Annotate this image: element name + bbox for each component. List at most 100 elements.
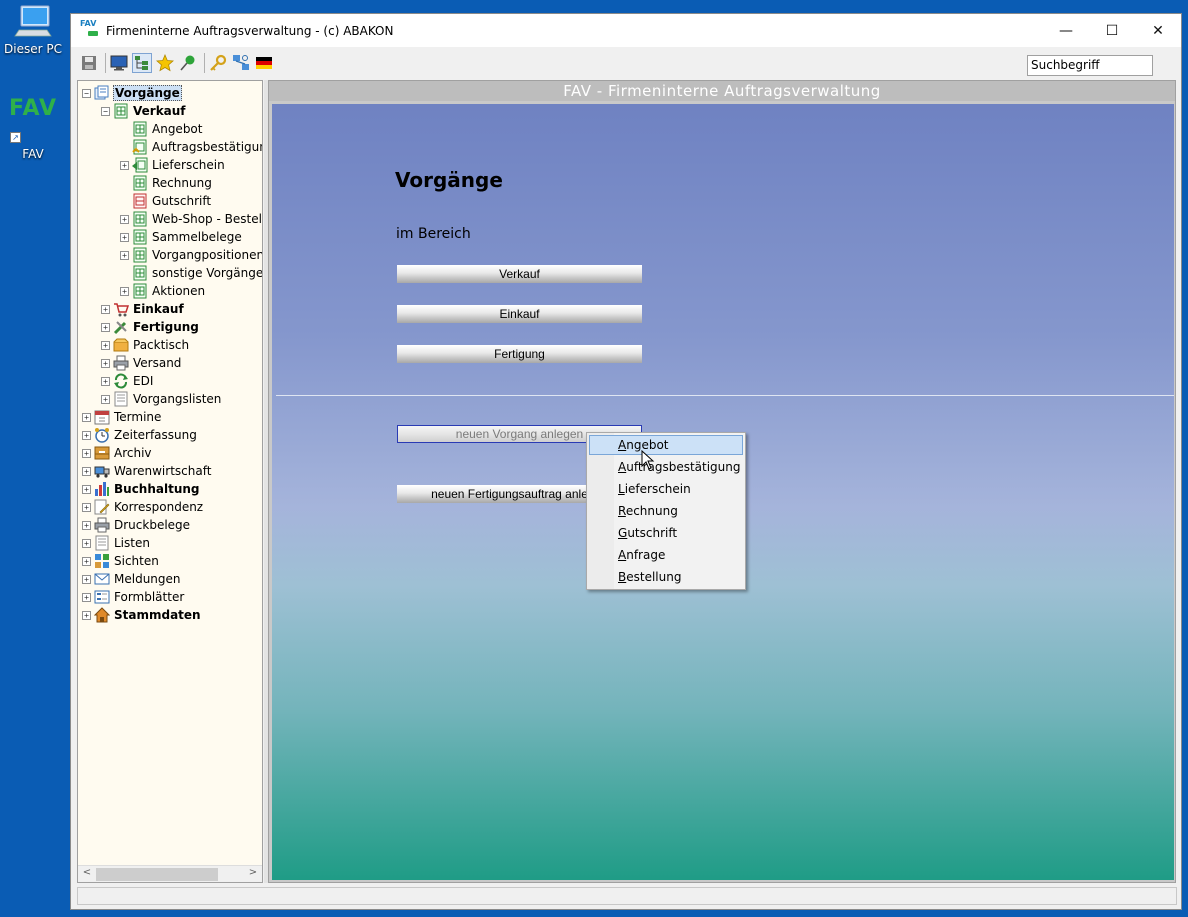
- scrollbar-thumb[interactable]: [96, 868, 218, 881]
- bar-chart-icon: [94, 481, 110, 497]
- expand-icon[interactable]: +: [82, 484, 91, 494]
- tree-item[interactable]: + Meldungen: [82, 570, 182, 588]
- tree-item-label: Packtisch: [133, 338, 190, 352]
- collapse-icon[interactable]: −: [101, 106, 110, 116]
- tree-item-label: Einkauf: [133, 302, 184, 316]
- section-divider: [276, 395, 1174, 396]
- menu-mnemonic: A: [618, 438, 627, 452]
- tree-item[interactable]: − Verkauf: [101, 102, 187, 120]
- tree-item[interactable]: Gutschrift: [120, 192, 212, 210]
- desktop-icon-dieser-pc[interactable]: Dieser PC: [0, 2, 66, 56]
- expand-icon[interactable]: +: [101, 394, 110, 404]
- tree-item[interactable]: Auftragsbestätigung: [120, 138, 262, 156]
- menu-mnemonic: L: [618, 482, 625, 496]
- mouse-cursor-icon: [641, 450, 655, 470]
- einkauf-button[interactable]: Einkauf: [397, 305, 642, 323]
- printer-icon: [113, 355, 129, 371]
- tree-item[interactable]: + Buchhaltung: [82, 480, 201, 498]
- context-menu-item[interactable]: Anfrage: [589, 545, 743, 565]
- tree-item[interactable]: + Fertigung: [101, 318, 200, 336]
- horizontal-scrollbar[interactable]: < >: [78, 865, 262, 882]
- context-menu-item[interactable]: Angebot: [589, 435, 743, 455]
- search-input[interactable]: Suchbegriff: [1027, 55, 1153, 76]
- expand-icon[interactable]: +: [82, 466, 91, 476]
- tree-item-label: Meldungen: [114, 572, 181, 586]
- tree-item[interactable]: sonstige Vorgänge: [120, 264, 262, 282]
- tree-item[interactable]: − Vorgänge: [82, 84, 182, 102]
- tree-item[interactable]: + Versand: [101, 354, 182, 372]
- expand-icon[interactable]: +: [120, 160, 129, 170]
- expand-icon[interactable]: +: [120, 250, 129, 260]
- expand-icon[interactable]: +: [120, 286, 129, 296]
- verkauf-button[interactable]: Verkauf: [397, 265, 642, 283]
- maximize-button[interactable]: ☐: [1089, 14, 1135, 47]
- tree-item[interactable]: Rechnung: [120, 174, 213, 192]
- menu-item-label: utschrift: [627, 526, 678, 540]
- tree-item[interactable]: Angebot: [120, 120, 203, 138]
- expand-icon[interactable]: +: [82, 610, 91, 620]
- expand-icon[interactable]: +: [120, 214, 129, 224]
- tree-item[interactable]: + Stammdaten: [82, 606, 202, 624]
- tree-item[interactable]: + Sichten: [82, 552, 160, 570]
- tree-item[interactable]: + Einkauf: [101, 300, 185, 318]
- scroll-left-icon[interactable]: <: [79, 867, 95, 882]
- tree-item[interactable]: + Listen: [82, 534, 151, 552]
- expand-icon[interactable]: +: [82, 520, 91, 530]
- tree-item[interactable]: + Warenwirtschaft: [82, 462, 212, 480]
- tree-item[interactable]: + Termine: [82, 408, 162, 426]
- tree-item[interactable]: + Vorgangslisten: [101, 390, 222, 408]
- german-flag-icon[interactable]: [254, 53, 274, 73]
- tree-item[interactable]: + Vorgangpositionen: [120, 246, 262, 264]
- expand-icon[interactable]: +: [101, 358, 110, 368]
- fertigung-button[interactable]: Fertigung: [397, 345, 642, 363]
- expand-icon[interactable]: +: [82, 538, 91, 548]
- tree-item[interactable]: + EDI: [101, 372, 154, 390]
- tree-item[interactable]: + Korrespondenz: [82, 498, 204, 516]
- tree-item[interactable]: + Formblätter: [82, 588, 185, 606]
- context-menu-item[interactable]: Rechnung: [589, 501, 743, 521]
- context-menu-item[interactable]: Bestellung: [589, 567, 743, 587]
- expand-icon[interactable]: +: [101, 340, 110, 350]
- tree-item-label: Vorgänge: [113, 85, 182, 101]
- tree-item[interactable]: + Lieferschein: [120, 156, 226, 174]
- expand-icon[interactable]: +: [82, 556, 91, 566]
- network-icon[interactable]: [231, 53, 251, 73]
- tree-view-icon[interactable]: [132, 53, 152, 73]
- expand-icon[interactable]: +: [101, 322, 110, 332]
- tree-item[interactable]: + Zeiterfassung: [82, 426, 198, 444]
- pin-icon[interactable]: [178, 53, 198, 73]
- expand-icon[interactable]: +: [82, 412, 91, 422]
- expand-icon[interactable]: +: [82, 448, 91, 458]
- tree-item-label: Versand: [133, 356, 182, 370]
- tree-item[interactable]: + Druckbelege: [82, 516, 191, 534]
- expand-icon[interactable]: +: [82, 430, 91, 440]
- monitor-icon[interactable]: [109, 53, 129, 73]
- save-icon[interactable]: [79, 53, 99, 73]
- tree-item[interactable]: + Aktionen: [120, 282, 206, 300]
- app-icon-text: FAV: [80, 18, 97, 28]
- expand-icon[interactable]: +: [82, 502, 91, 512]
- expand-icon[interactable]: +: [82, 574, 91, 584]
- tree-item[interactable]: + Archiv: [82, 444, 153, 462]
- tree-item[interactable]: + Packtisch: [101, 336, 190, 354]
- star-icon[interactable]: [155, 53, 175, 73]
- context-menu-item[interactable]: Auftragsbestätigung: [589, 457, 743, 477]
- expand-icon[interactable]: +: [120, 232, 129, 242]
- minimize-button[interactable]: —: [1043, 14, 1089, 47]
- list-doc-icon: [94, 535, 110, 551]
- expand-icon[interactable]: +: [82, 592, 91, 602]
- collapse-icon[interactable]: −: [82, 88, 91, 98]
- title-bar[interactable]: FAV Firmeninterne Auftragsverwaltung - (…: [71, 14, 1181, 47]
- tree-item[interactable]: + Sammelbelege: [120, 228, 243, 246]
- expand-icon[interactable]: +: [101, 304, 110, 314]
- close-button[interactable]: ✕: [1135, 14, 1181, 47]
- tree-item-label: EDI: [133, 374, 154, 388]
- tree-item[interactable]: + Web-Shop - Bestellungen: [120, 210, 262, 228]
- key-icon[interactable]: [208, 53, 228, 73]
- context-menu-item[interactable]: Gutschrift: [589, 523, 743, 543]
- scroll-right-icon[interactable]: >: [245, 867, 261, 882]
- expand-icon[interactable]: +: [101, 376, 110, 386]
- sheet-arrow-icon: [132, 157, 148, 173]
- context-menu-item[interactable]: Lieferschein: [589, 479, 743, 499]
- desktop-icon-fav[interactable]: FAV ↗ FAV: [0, 96, 66, 161]
